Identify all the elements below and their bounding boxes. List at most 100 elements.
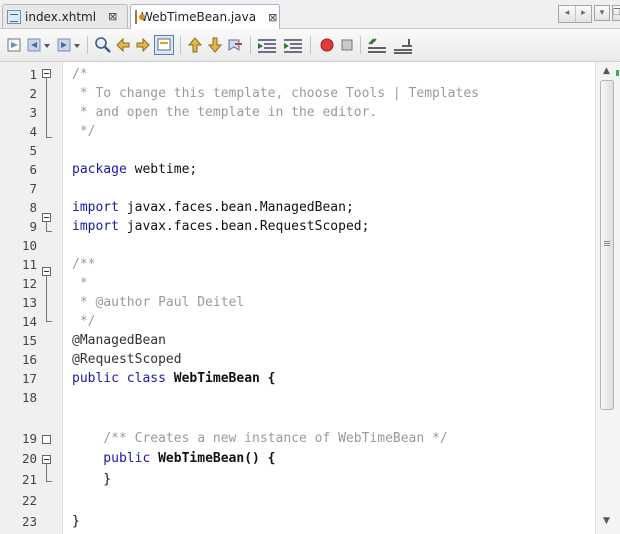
tab-index-xhtml[interactable]: index.xhtml ⊠ [2, 4, 128, 28]
line-number: 1 [29, 67, 37, 82]
code-line: 9 import javax.faces.bean.RequestScoped; [0, 218, 596, 236]
code-rest: webtime; [126, 162, 198, 177]
scroll-right-icon[interactable]: ▸ [575, 6, 591, 22]
line-number: 4 [29, 124, 37, 139]
line-number: 8 [29, 200, 37, 215]
code-text: @ManagedBean [72, 333, 166, 348]
code-line: 2 * To change this template, choose Tool… [0, 85, 596, 103]
keyword: import [72, 219, 119, 234]
line-number: 10 [21, 238, 37, 253]
find-next-icon[interactable] [134, 36, 152, 54]
stop-macro-icon[interactable] [338, 36, 356, 54]
toggle-highlight-icon[interactable] [154, 35, 174, 55]
forward-icon[interactable] [56, 36, 82, 54]
code-line: 3 * and open the template in the editor. [0, 104, 596, 122]
shift-right-icon[interactable] [282, 36, 304, 54]
line-number: 23 [21, 514, 37, 529]
error-stripe [615, 62, 620, 534]
editor-toolbar [0, 29, 620, 62]
code-line: 20 public WebTimeBean() { [0, 450, 596, 468]
line-number: 18 [21, 390, 37, 405]
line-number: 21 [21, 472, 37, 487]
status-ok-mark [616, 70, 619, 76]
line-number: 11 [21, 257, 37, 272]
line-number: 6 [29, 162, 37, 177]
code-editor[interactable]: 1 /* 2 * To change this template, choose… [0, 62, 620, 534]
shift-left-icon[interactable] [256, 36, 278, 54]
code-line: 21 } [0, 471, 596, 489]
code-line: 16 @RequestScoped [0, 351, 596, 369]
back-icon[interactable] [26, 36, 52, 54]
line-number: 20 [21, 451, 37, 466]
code-text: import javax.faces.bean.RequestScoped; [72, 218, 369, 236]
previous-bookmark-icon[interactable] [186, 36, 204, 54]
code-line: 5 [0, 142, 596, 160]
java-file-icon [135, 10, 145, 24]
code-rest: WebTimeBean { [165, 371, 276, 386]
line-number: 13 [21, 295, 37, 310]
code-line: 7 [0, 180, 596, 198]
code-line: 23 } [0, 513, 596, 531]
code-text: * [72, 276, 88, 291]
code-line: 17 public class WebTimeBean { [0, 370, 596, 388]
scroll-left-icon[interactable]: ◂ [559, 6, 575, 22]
scroll-up-icon[interactable]: ▲ [603, 66, 610, 76]
code-text: } [72, 514, 80, 529]
scroll-down-icon[interactable]: ▼ [603, 516, 610, 526]
code-text: */ [72, 314, 96, 329]
code-line: 1 /* [0, 66, 596, 84]
show-opened-documents-icon[interactable]: ▾ [594, 5, 610, 21]
code-text: /* [72, 67, 88, 82]
code-line: 4 */ [0, 123, 596, 141]
uncomment-icon[interactable] [392, 36, 414, 54]
find-previous-icon[interactable] [114, 36, 132, 54]
code-text: package webtime; [72, 161, 197, 179]
code-text: @RequestScoped [72, 352, 182, 367]
code-line: 18 [0, 389, 596, 407]
start-macro-icon[interactable] [318, 36, 336, 54]
code-text: import javax.faces.bean.ManagedBean; [72, 199, 354, 217]
line-number: 7 [29, 181, 37, 196]
xhtml-file-icon [7, 9, 21, 24]
line-number: 22 [21, 493, 37, 508]
line-number: 19 [21, 431, 37, 446]
line-number: 2 [29, 86, 37, 101]
code-rest: javax.faces.bean.ManagedBean; [118, 200, 354, 215]
toolbar-separator [310, 36, 311, 54]
code-text: public WebTimeBean() { [72, 450, 275, 468]
tab-label: WebTimeBean.java [141, 10, 257, 24]
last-edit-icon[interactable] [6, 36, 24, 54]
toggle-bookmark-icon[interactable] [226, 36, 244, 54]
line-number: 9 [29, 219, 37, 234]
toolbar-separator [180, 36, 181, 54]
code-line: 6 package webtime; [0, 161, 596, 179]
toolbar-separator [360, 36, 361, 54]
line-number: 5 [29, 143, 37, 158]
code-line: 10 [0, 237, 596, 255]
restore-window-icon[interactable]: ❐ [612, 5, 620, 21]
tab-navigation: ◂ ▸ ▾ ❐ [558, 5, 620, 23]
code-line: 13 * @author Paul Deitel [0, 294, 596, 312]
toolbar-separator [87, 36, 88, 54]
line-number: 15 [21, 333, 37, 348]
line-number: 14 [21, 314, 37, 329]
close-tab-icon[interactable]: ⊠ [108, 10, 117, 23]
toolbar-separator [250, 36, 251, 54]
find-icon[interactable] [94, 36, 112, 54]
scrollbar-thumb[interactable] [600, 80, 614, 410]
tab-webtimebean-java[interactable]: WebTimeBean.java ⊠ [130, 4, 280, 29]
code-line: 19 /** Creates a new instance of WebTime… [0, 430, 596, 448]
code-line: 22 [0, 492, 596, 510]
close-tab-icon[interactable]: ⊠ [268, 11, 277, 24]
keyword: package [72, 162, 127, 177]
keyword: import [72, 200, 119, 215]
code-line: 11 /** [0, 256, 596, 274]
tab-label: index.xhtml [25, 9, 97, 24]
code-line: 8 import javax.faces.bean.ManagedBean; [0, 199, 596, 217]
code-line: 12 * [0, 275, 596, 293]
scroll-grip-icon [604, 241, 610, 242]
next-bookmark-icon[interactable] [206, 36, 224, 54]
code-line: 14 */ [0, 313, 596, 331]
keyword: public class [72, 371, 166, 386]
comment-icon[interactable] [366, 36, 388, 54]
